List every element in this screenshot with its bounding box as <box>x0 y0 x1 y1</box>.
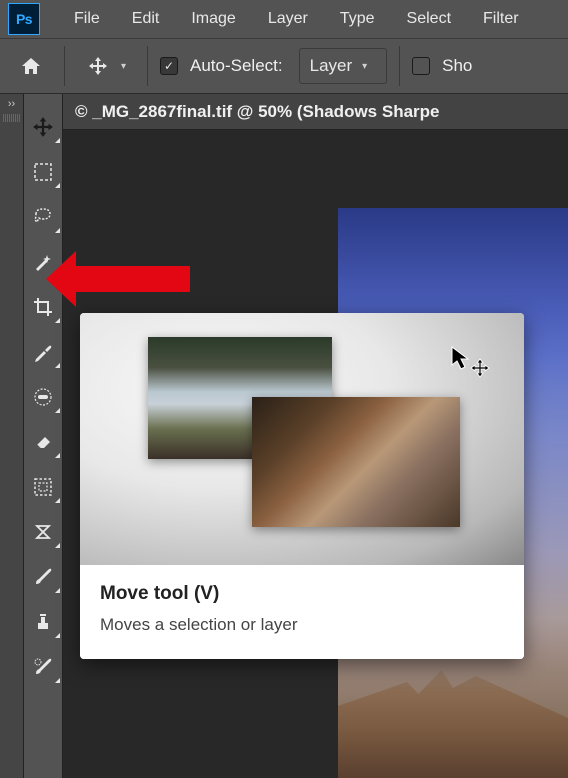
menu-layer[interactable]: Layer <box>254 4 322 34</box>
tool-tooltip: Move tool (V) Moves a selection or layer <box>80 313 524 659</box>
tooltip-preview-image <box>252 397 460 527</box>
move-cursor-icon <box>450 345 494 385</box>
options-bar: ▾ ✓ Auto-Select: Layer ▾ Sho <box>0 38 568 94</box>
eyedropper-tool[interactable] <box>24 329 62 374</box>
document-tab-bar: © _MG_2867final.tif @ 50% (Shadows Sharp… <box>63 94 568 130</box>
tools-panel <box>24 94 63 778</box>
auto-select-checkbox[interactable]: ✓ <box>160 57 178 75</box>
menu-bar: Ps File Edit Image Layer Type Select Fil… <box>0 0 568 38</box>
menu-image[interactable]: Image <box>177 4 249 34</box>
separator <box>147 46 148 86</box>
menu-filter[interactable]: Filter <box>469 4 533 34</box>
lasso-tool[interactable] <box>24 194 62 239</box>
collapsed-panel-strip[interactable]: ›› <box>0 94 24 778</box>
menu-file[interactable]: File <box>60 4 114 34</box>
menu-edit[interactable]: Edit <box>118 4 174 34</box>
spot-heal-tool[interactable] <box>24 374 62 419</box>
chevron-down-icon: ▾ <box>121 61 135 72</box>
auto-select-label: Auto-Select: <box>190 56 283 76</box>
panel-grip-icon <box>3 114 21 122</box>
menu-type[interactable]: Type <box>326 4 389 34</box>
tooltip-title: Move tool (V) <box>100 583 504 605</box>
app-logo: Ps <box>8 3 40 35</box>
home-button[interactable] <box>10 47 52 85</box>
brush-tool[interactable] <box>24 554 62 599</box>
history-brush-tool[interactable] <box>24 644 62 689</box>
chevron-down-icon: ▾ <box>362 61 376 72</box>
show-transform-label: Sho <box>442 56 472 76</box>
selection-brush-tool[interactable] <box>24 464 62 509</box>
annotation-arrow <box>72 266 190 292</box>
show-transform-checkbox[interactable] <box>412 57 430 75</box>
eraser-tool[interactable] <box>24 419 62 464</box>
content-aware-move-tool[interactable] <box>24 509 62 554</box>
active-tool-indicator[interactable]: ▾ <box>77 47 135 85</box>
separator <box>64 46 65 86</box>
separator <box>399 46 400 86</box>
document-tab[interactable]: © _MG_2867final.tif @ 50% (Shadows Sharp… <box>75 102 440 122</box>
menu-select[interactable]: Select <box>393 4 465 34</box>
tooltip-preview <box>80 313 524 565</box>
clone-stamp-tool[interactable] <box>24 599 62 644</box>
tooltip-description: Moves a selection or layer <box>100 615 504 635</box>
expand-panel-icon[interactable]: ›› <box>8 98 15 110</box>
marquee-tool[interactable] <box>24 149 62 194</box>
dropdown-value: Layer <box>310 56 353 76</box>
move-tool[interactable] <box>24 104 62 149</box>
auto-select-target-dropdown[interactable]: Layer ▾ <box>299 48 388 84</box>
